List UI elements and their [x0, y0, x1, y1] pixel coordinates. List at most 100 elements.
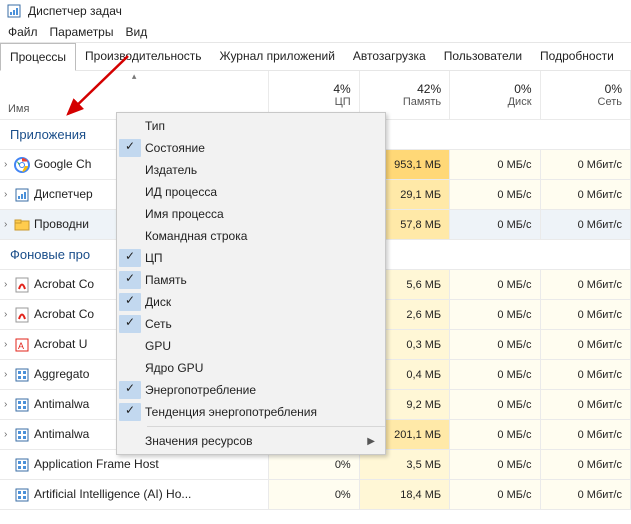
- context-menu-item[interactable]: GPU: [117, 335, 385, 357]
- cell-network: 0 Мбит/с: [540, 210, 630, 240]
- process-name: Acrobat Co: [34, 307, 94, 321]
- process-name: Artificial Intelligence (AI) Ho...: [34, 487, 191, 501]
- process-name: Acrobat U: [34, 337, 87, 351]
- cell-network: 0 Мбит/с: [540, 420, 630, 450]
- expand-icon[interactable]: ›: [4, 399, 14, 410]
- cell-disk: 0 МБ/с: [450, 450, 540, 480]
- column-header-network[interactable]: 0%Сеть: [540, 71, 630, 120]
- context-menu-label: Энергопотребление: [145, 383, 375, 397]
- process-name: Antimalwa: [34, 427, 89, 441]
- expand-icon[interactable]: ›: [4, 189, 14, 200]
- tab-strip: Процессы Производительность Журнал прило…: [0, 42, 631, 71]
- tab-processes[interactable]: Процессы: [0, 43, 76, 71]
- expand-icon[interactable]: ›: [4, 429, 14, 440]
- menubar: Файл Параметры Вид: [0, 22, 631, 42]
- expand-icon[interactable]: ›: [4, 369, 14, 380]
- column-header-disk[interactable]: 0%Диск: [450, 71, 540, 120]
- context-menu-label: Тенденция энергопотребления: [145, 405, 375, 419]
- context-menu-label: Тип: [145, 119, 375, 133]
- context-menu-item[interactable]: Имя процесса: [117, 203, 385, 225]
- task-manager-icon: [6, 3, 22, 19]
- check-icon: ✓: [119, 293, 141, 311]
- process-name: Acrobat Co: [34, 277, 94, 291]
- cell-network: 0 Мбит/с: [540, 360, 630, 390]
- check-icon: ✓: [119, 139, 141, 157]
- process-icon: [14, 157, 30, 173]
- context-menu-item[interactable]: Командная строка: [117, 225, 385, 247]
- expand-icon[interactable]: ›: [4, 219, 14, 230]
- cell-network: 0 Мбит/с: [540, 300, 630, 330]
- process-name: Application Frame Host: [34, 457, 159, 471]
- process-icon: [14, 427, 30, 443]
- check-icon: ✓: [119, 403, 141, 421]
- context-menu-label: ЦП: [145, 251, 375, 265]
- submenu-arrow-icon: ▶: [367, 436, 375, 447]
- process-name: Aggregato: [34, 367, 89, 381]
- check-icon: ✓: [119, 271, 141, 289]
- tab-services[interactable]: Служб: [623, 43, 631, 70]
- context-menu-item[interactable]: ✓ Диск: [117, 291, 385, 313]
- process-row[interactable]: Artificial Intelligence (AI) Ho...0%18,4…: [0, 480, 631, 510]
- process-icon: [14, 277, 30, 293]
- tab-performance[interactable]: Производительность: [76, 43, 210, 70]
- cell-disk: 0 МБ/с: [450, 390, 540, 420]
- cell-network: 0 Мбит/с: [540, 150, 630, 180]
- context-menu-item[interactable]: Значения ресурсов▶: [117, 430, 385, 452]
- menu-file[interactable]: Файл: [8, 25, 38, 39]
- context-menu-item[interactable]: ✓Память: [117, 269, 385, 291]
- context-menu-item[interactable]: ✓ Состояние: [117, 137, 385, 159]
- sort-indicator-icon: ▴: [132, 71, 137, 82]
- context-menu-label: Значения ресурсов: [145, 434, 367, 448]
- tab-details[interactable]: Подробности: [531, 43, 623, 70]
- tab-users[interactable]: Пользователи: [435, 43, 531, 70]
- context-menu-item[interactable]: ✓ Тенденция энергопотребления: [117, 401, 385, 423]
- context-menu-label: Сеть: [145, 317, 375, 331]
- expand-icon[interactable]: ›: [4, 279, 14, 290]
- cell-disk: 0 МБ/с: [450, 150, 540, 180]
- expand-icon[interactable]: ›: [4, 159, 14, 170]
- cell-network: 0 Мбит/с: [540, 480, 630, 510]
- cell-disk: 0 МБ/с: [450, 300, 540, 330]
- menu-view[interactable]: Вид: [125, 25, 147, 39]
- cell-disk: 0 МБ/с: [450, 330, 540, 360]
- context-menu-label: Издатель: [145, 163, 375, 177]
- tab-startup[interactable]: Автозагрузка: [344, 43, 435, 70]
- process-icon: [14, 187, 30, 203]
- tab-app-history[interactable]: Журнал приложений: [211, 43, 344, 70]
- context-menu-item[interactable]: Тип: [117, 115, 385, 137]
- context-menu-label: Диск: [145, 295, 375, 309]
- context-menu-label: ИД процесса: [145, 185, 375, 199]
- svg-text:A: A: [18, 341, 24, 351]
- cell-disk: 0 МБ/с: [450, 360, 540, 390]
- process-icon: [14, 367, 30, 383]
- context-menu-item[interactable]: Ядро GPU: [117, 357, 385, 379]
- context-menu-item[interactable]: ✓ЦП: [117, 247, 385, 269]
- menu-options[interactable]: Параметры: [50, 25, 114, 39]
- process-icon: [14, 397, 30, 413]
- column-context-menu: Тип ✓ Состояние Издатель ИД процесса Имя проц…: [116, 112, 386, 455]
- cell-network: 0 Мбит/с: [540, 180, 630, 210]
- context-menu-item[interactable]: ✓ Энергопотребление: [117, 379, 385, 401]
- cell-disk: 0 МБ/с: [450, 480, 540, 510]
- titlebar: Диспетчер задач: [0, 0, 631, 22]
- context-menu-item[interactable]: ✓ Сеть: [117, 313, 385, 335]
- check-icon: ✓: [119, 315, 141, 333]
- process-icon: [14, 487, 30, 503]
- process-icon: [14, 457, 30, 473]
- context-menu-item[interactable]: ИД процесса: [117, 181, 385, 203]
- expand-icon[interactable]: ›: [4, 339, 14, 350]
- cell-network: 0 Мбит/с: [540, 450, 630, 480]
- cell-network: 0 Мбит/с: [540, 390, 630, 420]
- context-menu-label: Состояние: [145, 141, 375, 155]
- cell-disk: 0 МБ/с: [450, 270, 540, 300]
- cell-cpu: 0%: [269, 480, 359, 510]
- window-title: Диспетчер задач: [28, 4, 122, 18]
- cell-network: 0 Мбит/с: [540, 270, 630, 300]
- check-icon: ✓: [119, 381, 141, 399]
- process-name: Google Ch: [34, 157, 91, 171]
- context-menu-item[interactable]: Издатель: [117, 159, 385, 181]
- process-icon: A: [14, 337, 30, 353]
- process-name: Antimalwa: [34, 397, 89, 411]
- expand-icon[interactable]: ›: [4, 309, 14, 320]
- cell-disk: 0 МБ/с: [450, 210, 540, 240]
